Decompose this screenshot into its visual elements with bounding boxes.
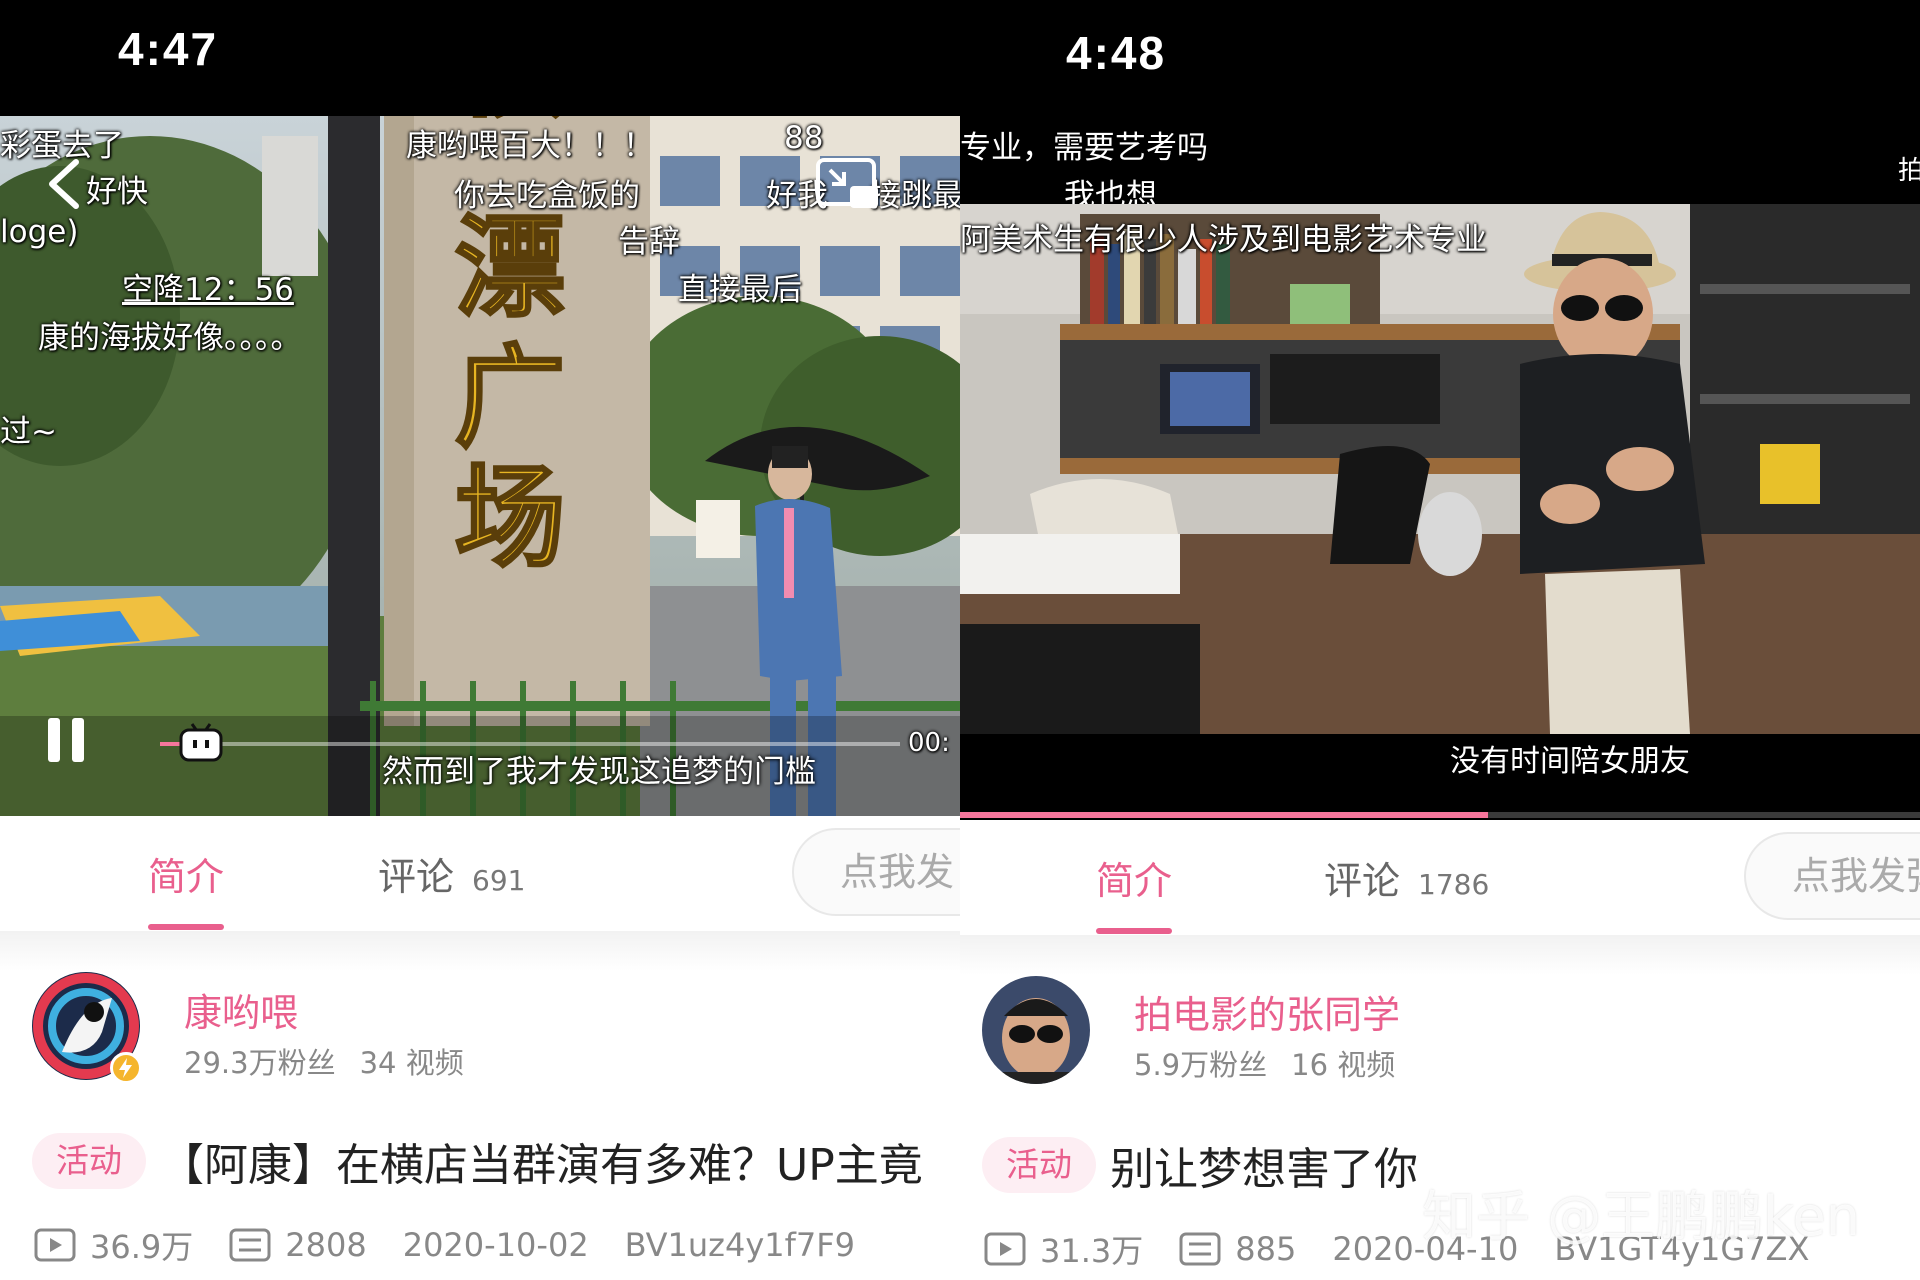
danmaku: 88 bbox=[784, 120, 824, 156]
sign-char: 漂 bbox=[455, 204, 565, 332]
danmaku-count: 885 bbox=[1235, 1230, 1297, 1268]
pause-icon bbox=[48, 718, 84, 762]
activity-badge[interactable]: 活动 bbox=[32, 1133, 146, 1189]
divider bbox=[960, 935, 1920, 975]
publish-date: 2020-10-02 bbox=[402, 1226, 589, 1264]
comment-count: 1786 bbox=[1418, 868, 1490, 901]
danmaku: 拍 bbox=[1898, 156, 1920, 186]
play-count-icon bbox=[984, 1232, 1026, 1266]
lightning-icon bbox=[119, 1058, 132, 1078]
danmaku: 康的海拔好像。。。。 bbox=[38, 320, 302, 356]
tab-bar: 简介 评论 1786 点我发弹 bbox=[960, 820, 1920, 935]
danmaku: 专业，需要艺考吗 bbox=[960, 130, 1208, 166]
danmaku: 阿美术生有很少人涉及到电影艺术专业 bbox=[960, 222, 1487, 258]
danmaku: 康哟喂百大！！！ bbox=[406, 128, 654, 164]
view-count: 31.3万 bbox=[1040, 1232, 1144, 1270]
fan-count: 29.3万粉丝 bbox=[184, 1046, 336, 1080]
video-title-row: 活动 别让梦想害了你 bbox=[982, 1134, 1418, 1196]
tab-comments-label: 评论 bbox=[1324, 859, 1401, 903]
tab-comments[interactable]: 评论 691 bbox=[378, 846, 525, 901]
danmaku: 好快 bbox=[86, 174, 148, 210]
divider bbox=[0, 931, 960, 971]
video-player[interactable]: 阿美术生有很少人涉及到电影艺术专业 没有时间陪女朋友 bbox=[960, 204, 1920, 820]
tab-indicator bbox=[1096, 928, 1172, 934]
zhihu-watermark: 知乎 @王鹏鹏ken bbox=[1422, 1185, 1860, 1248]
status-bar: 4:47 bbox=[0, 0, 960, 116]
tab-intro[interactable]: 简介 bbox=[1096, 850, 1172, 905]
uploader-avatar[interactable] bbox=[982, 976, 1090, 1084]
sign-char: 场 bbox=[455, 454, 565, 582]
current-time: 00: bbox=[908, 728, 950, 758]
video-subtitle: 没有时间陪女朋友 bbox=[1450, 744, 1690, 779]
bv-id: BV1uz4y1f7F9 bbox=[624, 1226, 856, 1264]
back-button[interactable] bbox=[42, 154, 92, 214]
video-title-row: 活动 【阿康】在横店当群演有多难？UP主竟 bbox=[32, 1130, 923, 1192]
danmaku-input[interactable]: 点我发弹 bbox=[1744, 832, 1920, 920]
tab-comments-label: 评论 bbox=[378, 855, 455, 899]
uploader-name[interactable]: 拍电影的张同学 bbox=[1134, 984, 1400, 1039]
verified-badge bbox=[110, 1052, 142, 1084]
danmaku-count-icon bbox=[1179, 1232, 1221, 1266]
chevron-left-icon bbox=[49, 159, 79, 209]
video-player[interactable]: 横 漂 广 场 彩蛋去了 好快 loge) 空降12：56 康的海拔好像。。。。… bbox=[0, 116, 960, 816]
danmaku-count: 2808 bbox=[285, 1226, 367, 1264]
sign-char: 广 bbox=[455, 334, 565, 462]
tab-indicator bbox=[148, 924, 224, 930]
tv-mascot-icon bbox=[179, 723, 223, 762]
picture-in-picture-icon bbox=[816, 158, 878, 208]
video-count: 16 视频 bbox=[1291, 1048, 1396, 1082]
video-frame: 横 漂 广 场 bbox=[0, 116, 960, 816]
uploader-stats: 29.3万粉丝 34 视频 bbox=[184, 1040, 464, 1082]
danmaku: 告辞 bbox=[618, 224, 680, 260]
danmaku: 接跳最 bbox=[870, 178, 960, 214]
uploader-stats: 5.9万粉丝 16 视频 bbox=[1134, 1042, 1395, 1084]
fan-count: 5.9万粉丝 bbox=[1134, 1048, 1268, 1082]
pause-button[interactable] bbox=[44, 716, 90, 766]
uploader-name[interactable]: 康哟喂 bbox=[184, 982, 298, 1037]
video-title: 【阿康】在横店当群演有多难？UP主竟 bbox=[160, 1140, 923, 1191]
tab-intro[interactable]: 简介 bbox=[148, 846, 224, 901]
progress-thumb[interactable] bbox=[178, 722, 224, 762]
video-title: 别让梦想害了你 bbox=[1110, 1144, 1418, 1195]
tab-comments[interactable]: 评论 1786 bbox=[1324, 850, 1489, 905]
danmaku: loge) bbox=[0, 214, 79, 250]
danmaku: 你去吃盒饭的 bbox=[454, 178, 640, 214]
play-count-icon bbox=[34, 1228, 76, 1262]
comment-count: 691 bbox=[472, 864, 526, 897]
status-time: 4:48 bbox=[1066, 27, 1167, 79]
danmaku-input[interactable]: 点我发 bbox=[792, 828, 960, 916]
right-panel: 4:48 专业，需要艺考吗 我也想 拍 阿美术生有很少人涉及到电影艺术专业 没有… bbox=[960, 0, 1920, 1280]
left-panel: 4:47 漂 广 场 彩蛋去了 好快 loge) 空降12：56 康的海拔好像。… bbox=[0, 0, 960, 1280]
video-frame bbox=[960, 204, 1920, 734]
screenshot: 4:47 漂 广 场 彩蛋去了 好快 loge) 空降12：56 康的海拔好像。… bbox=[0, 0, 1920, 1280]
video-count: 34 视频 bbox=[359, 1046, 464, 1080]
progress-fill bbox=[960, 812, 1488, 818]
danmaku-count-icon bbox=[229, 1228, 271, 1262]
danmaku: 过~ bbox=[0, 414, 57, 450]
danmaku: 空降12：56 bbox=[122, 272, 294, 308]
activity-badge[interactable]: 活动 bbox=[982, 1137, 1096, 1193]
danmaku: 直接最后 bbox=[678, 272, 802, 308]
video-subtitle: 然而到了我才发现这追梦的门槛 bbox=[382, 754, 816, 790]
status-time: 4:47 bbox=[118, 23, 219, 75]
mini-window-button[interactable] bbox=[814, 156, 880, 212]
avatar-image bbox=[982, 976, 1090, 1084]
tab-bar: 简介 评论 691 点我发 bbox=[0, 816, 960, 931]
progress-fill bbox=[160, 742, 180, 746]
view-count: 36.9万 bbox=[90, 1228, 194, 1266]
video-meta: 36.9万 2808 2020-10-02 BV1uz4y1f7F9 bbox=[34, 1222, 855, 1268]
